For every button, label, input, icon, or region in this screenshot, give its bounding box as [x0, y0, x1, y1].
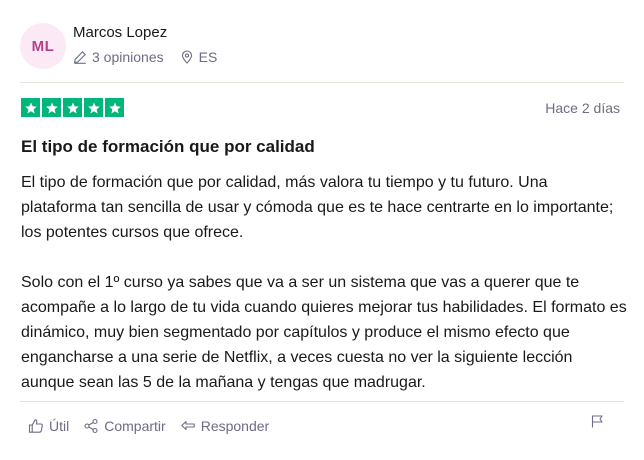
reply-label: Responder	[200, 418, 270, 434]
header-divider	[20, 82, 624, 83]
review-card: ML Marcos Lopez 3 opiniones ES Hace 2 dí…	[0, 0, 644, 460]
avatar[interactable]: ML	[20, 23, 66, 69]
share-label: Compartir	[104, 418, 166, 434]
star-icon	[84, 98, 103, 117]
footer-divider	[20, 401, 624, 402]
review-paragraph: Solo con el 1º curso ya sabes que va a s…	[21, 274, 627, 391]
review-body: El tipo de formación que por calidad, má…	[21, 170, 627, 395]
review-title[interactable]: El tipo de formación que por calidad	[21, 137, 315, 157]
star-icon	[42, 98, 61, 117]
location-pin-icon	[180, 50, 194, 64]
flag-icon[interactable]	[590, 414, 604, 428]
star-rating	[21, 98, 124, 117]
review-actions: Útil Compartir Responder	[28, 418, 283, 434]
review-paragraph: El tipo de formación que por calidad, má…	[21, 174, 614, 241]
share-icon	[83, 418, 99, 434]
star-icon	[105, 98, 124, 117]
reviewer-header: ML Marcos Lopez 3 opiniones ES	[20, 20, 624, 72]
reply-icon	[180, 418, 196, 434]
useful-button[interactable]: Útil	[28, 418, 69, 434]
reviewer-name[interactable]: Marcos Lopez	[73, 24, 167, 41]
reply-button[interactable]: Responder	[180, 418, 270, 434]
pencil-icon	[73, 50, 87, 64]
share-button[interactable]: Compartir	[83, 418, 166, 434]
reviewer-meta: 3 opiniones ES	[73, 49, 217, 65]
review-count: 3 opiniones	[92, 49, 164, 65]
star-icon	[21, 98, 40, 117]
thumbs-up-icon	[28, 418, 44, 434]
reviewer-country: ES	[198, 49, 218, 65]
star-icon	[63, 98, 82, 117]
useful-label: Útil	[49, 418, 70, 434]
review-date: Hace 2 días	[545, 100, 620, 116]
